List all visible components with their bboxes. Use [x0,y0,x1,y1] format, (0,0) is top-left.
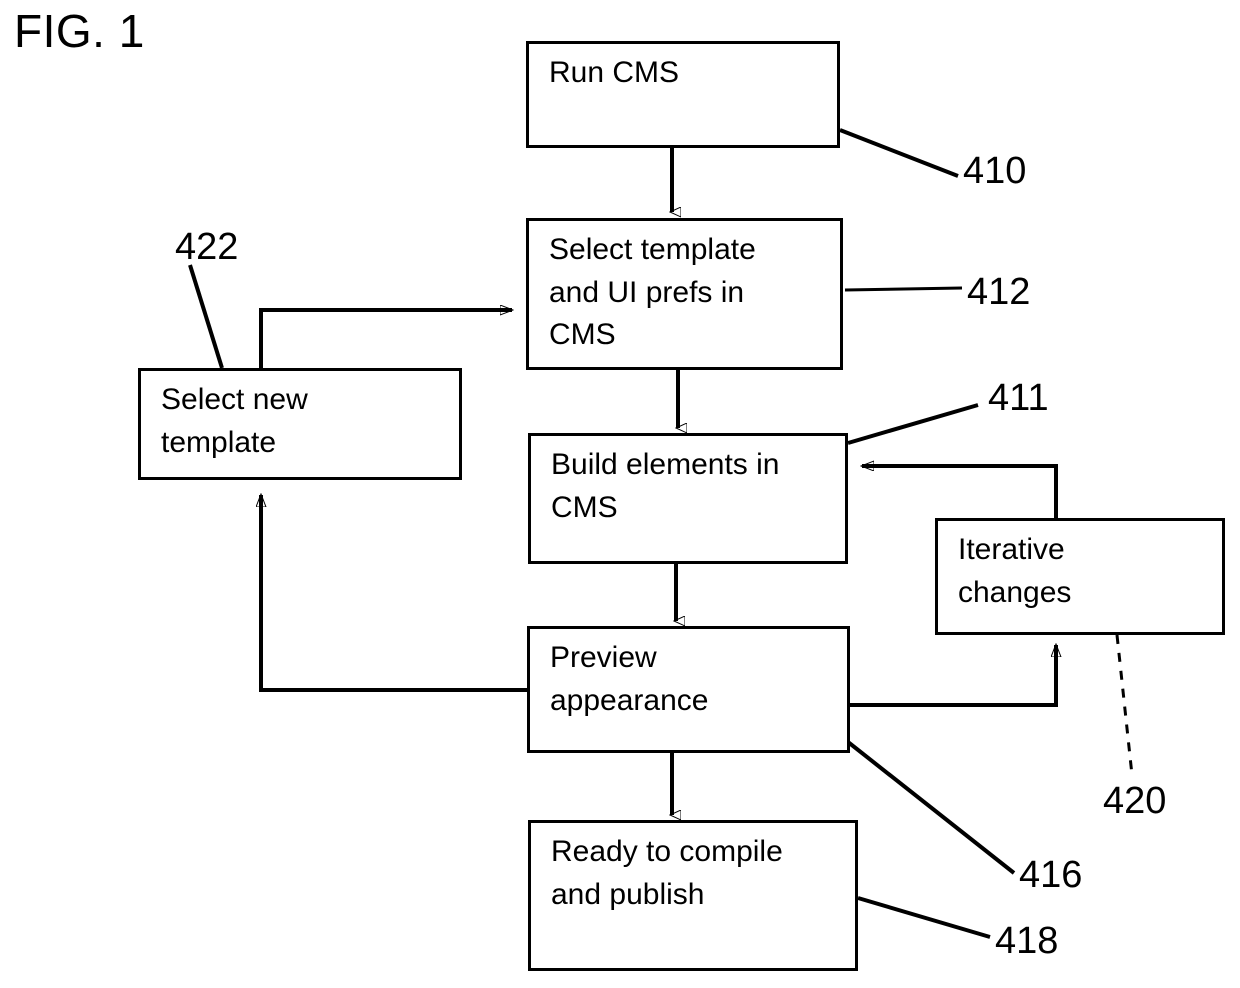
flow-box-run-cms[interactable]: Run CMS [526,41,840,148]
flow-box-build-elements-label: Build elements in CMS [551,448,780,524]
leader-line-420 [1115,634,1134,776]
flow-box-ready-to-compile[interactable]: Ready to compile and publish [528,820,858,971]
connector-iterative-to-build [862,466,1058,518]
reference-numeral-412: 412 [967,271,1031,313]
reference-numeral-420: 420 [1103,780,1167,822]
connector-select-new-to-select-template [259,310,512,368]
flow-box-preview-appearance-label: Preview appearance [550,641,709,717]
flow-box-run-cms-label: Run CMS [549,56,680,89]
reference-numeral-416: 416 [1019,854,1083,896]
reference-numeral-411: 411 [988,377,1049,419]
reference-numeral-418: 418 [995,920,1059,962]
leader-line-416 [846,740,1016,875]
flow-box-iterative-changes-label: Iterative changes [958,533,1072,609]
flow-box-ready-to-compile-label: Ready to compile and publish [551,835,783,911]
flow-box-build-elements[interactable]: Build elements in CMS [528,433,848,564]
flow-box-select-template-label: Select template and UI prefs in CMS [549,233,756,352]
leader-line-422 [188,264,224,369]
flow-box-preview-appearance[interactable]: Preview appearance [527,626,850,753]
connector-preview-to-select-new [261,495,527,692]
flow-box-select-new-template[interactable]: Select new template [138,368,462,480]
leader-line-410 [839,128,959,178]
flow-box-iterative-changes[interactable]: Iterative changes [935,518,1225,635]
connector-preview-to-iterative [850,645,1056,707]
flow-box-select-template[interactable]: Select template and UI prefs in CMS [526,218,843,370]
leader-line-418 [857,896,991,939]
reference-numeral-422: 422 [175,226,239,268]
reference-numeral-410: 410 [963,150,1027,192]
flow-box-select-new-template-label: Select new template [161,383,308,459]
figure-title: FIG. 1 [14,5,145,57]
leader-line-412 [844,286,963,292]
figure-canvas: FIG. 1 Run CMS Select template and UI pr… [0,0,1240,988]
leader-line-411 [847,403,979,445]
